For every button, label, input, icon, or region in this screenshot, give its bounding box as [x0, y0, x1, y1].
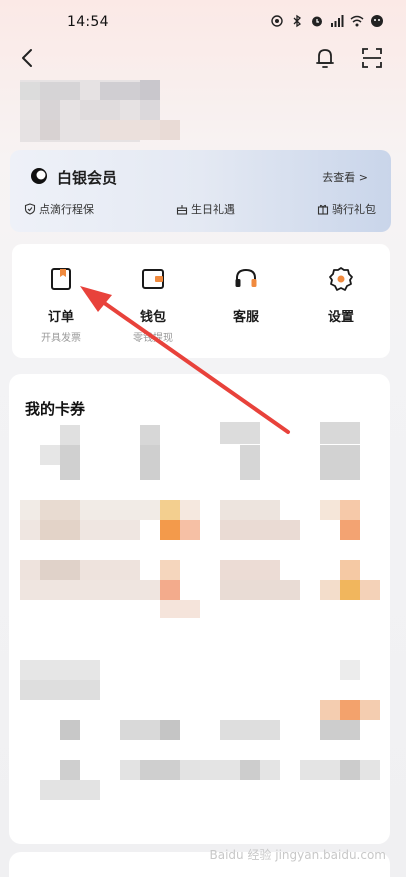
- vip-card[interactable]: 白银会员 去查看 > 点滴行程保 生日礼遇 骑行礼包: [10, 150, 391, 232]
- vip-benefits: 点滴行程保 生日礼遇 骑行礼包: [24, 201, 376, 217]
- quick-sub-wallet: 零钱提现: [133, 333, 173, 344]
- order-icon: [51, 268, 71, 290]
- settings-icon: [329, 267, 353, 291]
- quick-label-support: 客服: [232, 310, 259, 325]
- coupons-title: 我的卡券: [25, 400, 86, 418]
- quick-item-settings[interactable]: 设置: [306, 266, 376, 325]
- benefit-label: 点滴行程保: [39, 203, 94, 216]
- quick-actions-card: 订单 开具发票 钱包 零钱提现 客服 设置: [12, 244, 390, 358]
- wallet-icon: [142, 269, 164, 289]
- benefit-label: 生日礼遇: [191, 203, 235, 216]
- benefit-trip-insurance[interactable]: 点滴行程保: [24, 201, 94, 217]
- benefit-birthday[interactable]: 生日礼遇: [176, 201, 235, 217]
- battery-face-icon: [371, 15, 383, 27]
- watermark: Baidu 经验 jingyan.baidu.com: [209, 848, 386, 862]
- benefit-label: 骑行礼包: [332, 203, 376, 216]
- vip-view-link[interactable]: 去查看 >: [322, 169, 368, 185]
- quick-item-wallet[interactable]: 钱包 零钱提现: [118, 266, 188, 344]
- vip-title: 白银会员: [57, 169, 118, 187]
- back-arrow-icon[interactable]: [17, 46, 37, 70]
- quick-label-orders: 订单: [47, 310, 74, 325]
- shield-icon: [24, 203, 36, 215]
- quick-label-wallet: 钱包: [139, 310, 166, 325]
- cake-icon: [176, 205, 188, 215]
- status-time: 14:54: [67, 14, 109, 30]
- nfc-icon: [271, 15, 283, 27]
- status-icons: [270, 14, 384, 28]
- bluetooth-icon: [293, 14, 302, 28]
- quick-item-orders[interactable]: 订单 开具发票: [26, 266, 96, 344]
- signal-icon: [331, 15, 344, 27]
- quick-sub-orders: 开具发票: [41, 333, 81, 344]
- wifi-icon: [350, 15, 364, 27]
- quick-item-support[interactable]: 客服: [211, 266, 281, 325]
- gift-icon: [317, 204, 329, 215]
- alarm-icon: [312, 16, 322, 27]
- scan-icon[interactable]: [360, 46, 384, 70]
- vip-logo-icon: [31, 168, 47, 184]
- headset-icon: [235, 268, 257, 287]
- bell-icon[interactable]: [314, 46, 336, 70]
- quick-label-settings: 设置: [327, 310, 354, 325]
- benefit-ride-gift[interactable]: 骑行礼包: [317, 201, 376, 217]
- top-bar: [0, 42, 406, 76]
- status-bar: 14:54: [0, 0, 406, 42]
